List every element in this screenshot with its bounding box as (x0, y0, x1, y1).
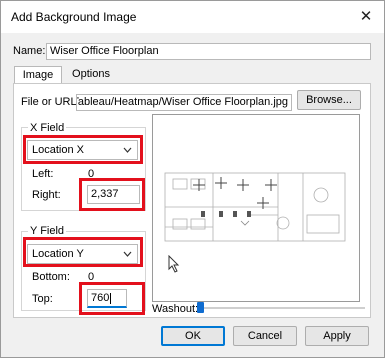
dialog-title: Add Background Image (11, 10, 137, 24)
y-field-group-label: Y Field (28, 225, 67, 237)
washout-label: Washout: (152, 303, 199, 315)
left-label: Left: (32, 168, 54, 180)
name-label: Name: (13, 45, 46, 57)
washout-slider-track[interactable] (197, 307, 365, 309)
highlight-x-field (23, 135, 143, 164)
file-url-text: Stuff/Tableau/Heatmap/Wiser Office Floor… (76, 96, 288, 108)
name-input[interactable]: Wiser Office Floorplan (46, 43, 371, 60)
close-icon[interactable]: ✕ (356, 7, 376, 27)
highlight-y-field (23, 237, 143, 267)
washout-slider-thumb[interactable] (197, 302, 204, 313)
cancel-button[interactable]: Cancel (233, 326, 297, 346)
apply-button[interactable]: Apply (305, 326, 369, 346)
file-label: File or URL: (21, 96, 80, 108)
image-preview (152, 114, 360, 302)
add-background-image-dialog: Add Background Image ✕ Name: Wiser Offic… (0, 0, 385, 358)
title-bar: Add Background Image ✕ (1, 1, 384, 33)
right-label: Right: (32, 189, 61, 201)
browse-button[interactable]: Browse... (297, 90, 361, 110)
highlight-top-value (79, 282, 145, 315)
bottom-label: Bottom: (32, 271, 70, 283)
floorplan-image (164, 172, 346, 242)
top-label: Top: (32, 293, 53, 305)
mouse-cursor-icon (168, 254, 180, 276)
ok-button[interactable]: OK (161, 326, 225, 346)
highlight-right-value (79, 178, 145, 211)
x-field-group-label: X Field (28, 122, 67, 134)
file-url-input[interactable]: Stuff/Tableau/Heatmap/Wiser Office Floor… (76, 94, 292, 111)
tab-options[interactable]: Options (65, 66, 117, 83)
